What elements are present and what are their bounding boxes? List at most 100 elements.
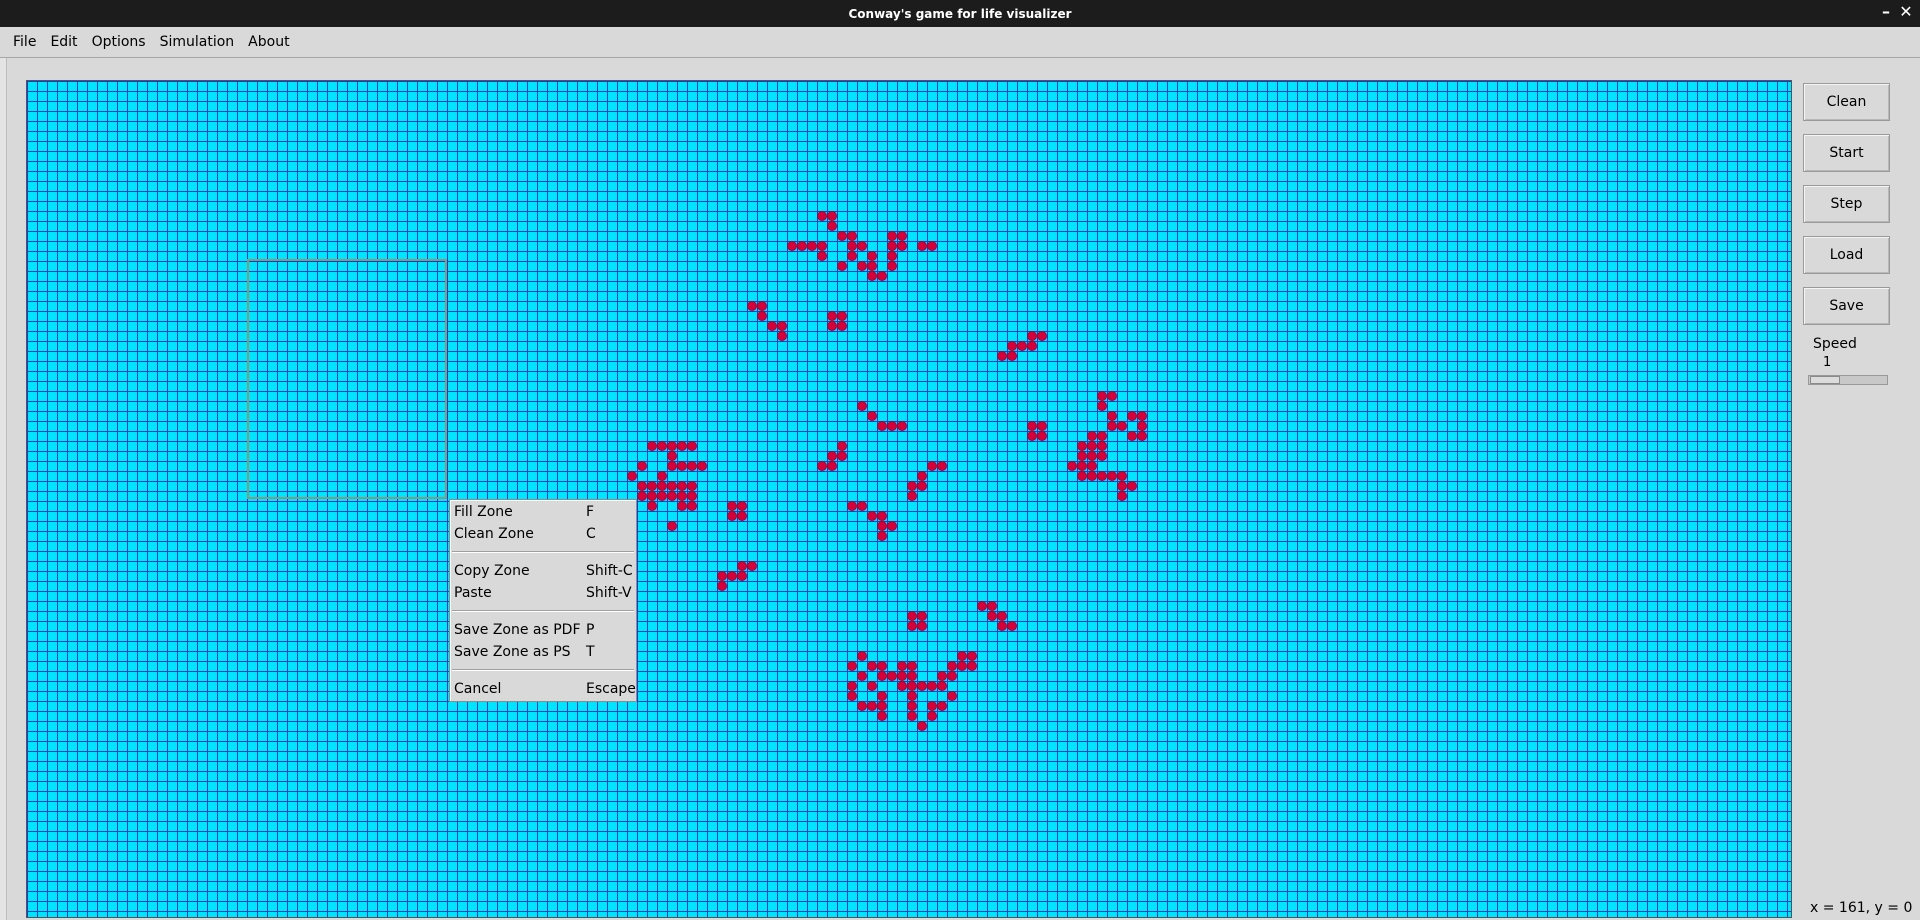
live-cell	[868, 412, 876, 420]
live-cell	[678, 482, 686, 490]
live-cell	[878, 662, 886, 670]
minimize-button[interactable]: –	[1876, 2, 1896, 22]
live-cell	[1038, 332, 1046, 340]
menu-save-zone-pdf[interactable]: Save Zone as PDF P	[450, 619, 636, 641]
live-cell	[938, 702, 946, 710]
live-cell	[668, 492, 676, 500]
live-cell	[1028, 432, 1036, 440]
load-button[interactable]: Load	[1803, 236, 1890, 274]
live-cell	[838, 452, 846, 460]
menu-file[interactable]: File	[6, 28, 43, 56]
menu-item-shortcut: Shift-C	[586, 563, 633, 579]
live-cell	[738, 512, 746, 520]
menu-save-zone-ps[interactable]: Save Zone as PS T	[450, 641, 636, 663]
live-cell	[1138, 412, 1146, 420]
menu-options[interactable]: Options	[85, 28, 153, 56]
menu-edit[interactable]: Edit	[43, 28, 84, 56]
live-cell	[1038, 422, 1046, 430]
live-cell	[678, 502, 686, 510]
live-cell	[1068, 462, 1076, 470]
menu-separator	[452, 551, 634, 553]
live-cell	[1088, 462, 1096, 470]
live-cell	[668, 522, 676, 530]
menu-about[interactable]: About	[241, 28, 296, 56]
live-cell	[1118, 472, 1126, 480]
live-cell	[868, 272, 876, 280]
close-button[interactable]: ✕	[1896, 2, 1916, 22]
live-cell	[958, 662, 966, 670]
save-button[interactable]: Save	[1803, 287, 1890, 325]
live-cell	[898, 682, 906, 690]
live-cell	[1128, 482, 1136, 490]
live-cell	[878, 532, 886, 540]
live-cell	[668, 482, 676, 490]
live-cell	[908, 672, 916, 680]
speed-value: 1	[1823, 355, 1832, 370]
live-cell	[858, 262, 866, 270]
start-button[interactable]: Start	[1803, 134, 1890, 172]
live-cell	[1098, 442, 1106, 450]
live-cell	[638, 482, 646, 490]
live-cell	[908, 482, 916, 490]
live-cell	[858, 242, 866, 250]
menu-item-shortcut: Shift-V	[586, 585, 632, 601]
menu-cancel[interactable]: Cancel Escape	[450, 678, 636, 700]
live-cell	[1138, 432, 1146, 440]
live-cell	[1128, 412, 1136, 420]
live-cell	[1008, 622, 1016, 630]
live-cell	[908, 682, 916, 690]
live-cell	[1078, 472, 1086, 480]
live-cell	[908, 712, 916, 720]
live-cell	[1028, 342, 1036, 350]
menu-item-shortcut: Escape	[586, 681, 636, 697]
live-cell	[818, 462, 826, 470]
live-cell	[1108, 412, 1116, 420]
live-cell	[868, 682, 876, 690]
menu-item-label: Fill Zone	[454, 504, 513, 520]
live-cell	[908, 692, 916, 700]
window-title: Conway's game for life visualizer	[848, 6, 1072, 21]
live-cell	[1098, 452, 1106, 460]
live-cell	[1118, 492, 1126, 500]
live-cell	[868, 662, 876, 670]
live-cell	[628, 472, 636, 480]
menu-paste[interactable]: Paste Shift-V	[450, 582, 636, 604]
live-cell	[858, 502, 866, 510]
menu-clean-zone[interactable]: Clean Zone C	[450, 523, 636, 545]
clean-button[interactable]: Clean	[1803, 83, 1890, 121]
live-cell	[848, 682, 856, 690]
live-cell	[678, 442, 686, 450]
speed-slider[interactable]	[1808, 375, 1888, 385]
live-cell	[678, 492, 686, 500]
live-cell	[898, 672, 906, 680]
live-cell	[1078, 462, 1086, 470]
live-cell	[838, 232, 846, 240]
menu-fill-zone[interactable]: Fill Zone F	[450, 501, 636, 523]
live-cell	[848, 242, 856, 250]
live-cell	[878, 702, 886, 710]
live-cell	[738, 562, 746, 570]
live-cell	[1098, 432, 1106, 440]
menu-item-shortcut: P	[586, 622, 595, 638]
live-cell	[908, 702, 916, 710]
menu-item-shortcut: F	[586, 504, 595, 520]
live-cell	[828, 462, 836, 470]
live-cell	[958, 652, 966, 660]
live-cell	[938, 682, 946, 690]
live-cell	[898, 242, 906, 250]
step-button[interactable]: Step	[1803, 185, 1890, 223]
live-cell	[838, 322, 846, 330]
menu-simulation[interactable]: Simulation	[153, 28, 242, 56]
live-cell	[688, 462, 696, 470]
live-cell	[718, 582, 726, 590]
live-cell	[688, 492, 696, 500]
live-cell	[898, 422, 906, 430]
speed-slider-thumb[interactable]	[1810, 376, 1840, 384]
live-cell	[878, 512, 886, 520]
life-grid-canvas[interactable]	[26, 80, 1792, 918]
live-cell	[1118, 422, 1126, 430]
live-cell	[908, 662, 916, 670]
live-cell	[1088, 432, 1096, 440]
live-cell	[1128, 432, 1136, 440]
menu-copy-zone[interactable]: Copy Zone Shift-C	[450, 560, 636, 582]
